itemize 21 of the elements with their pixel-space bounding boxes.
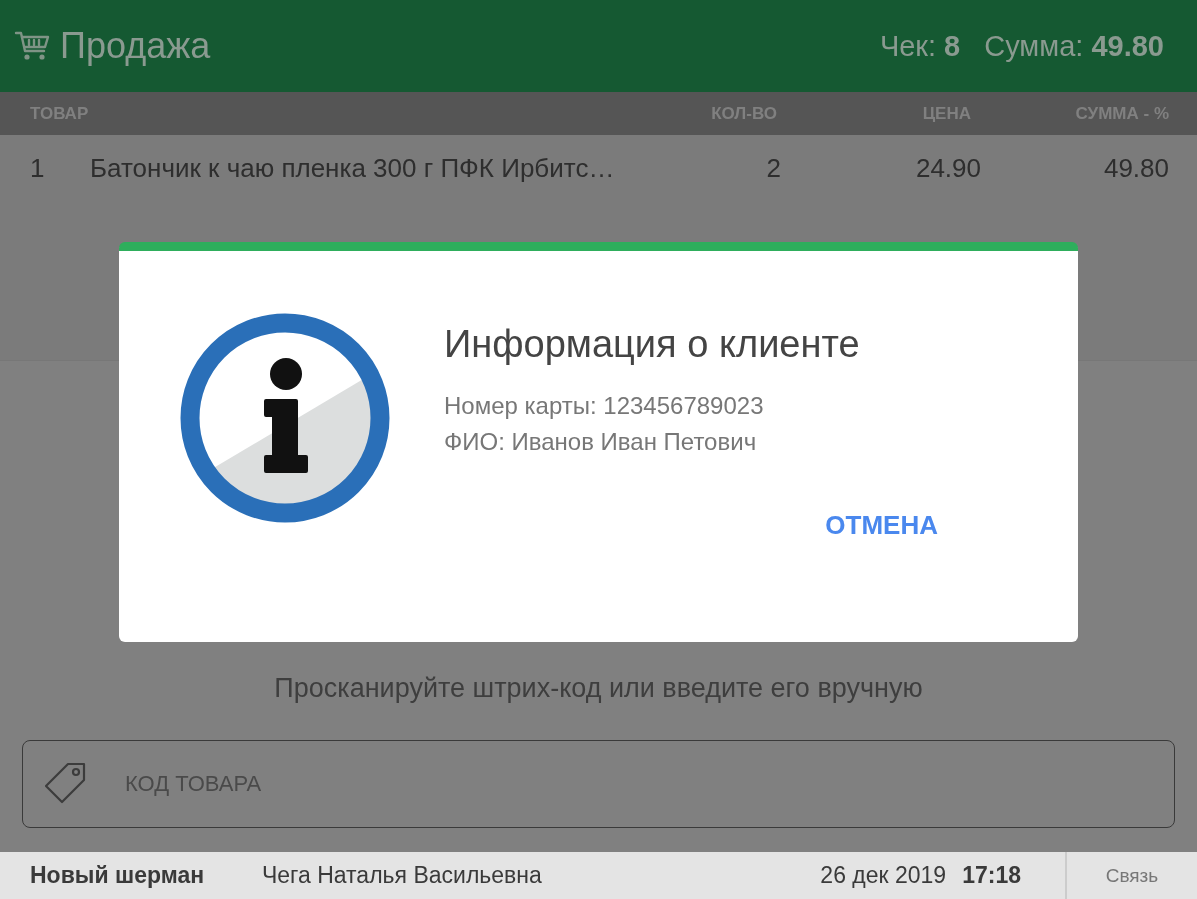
cart-icon <box>14 30 50 62</box>
store-name: Новый шерман <box>30 862 206 889</box>
quantity-cell-text: 2 <box>765 152 782 184</box>
client-info-text: ФИО: Иванов Иван Петович <box>444 428 758 456</box>
total-label: Сумма: <box>984 29 1084 63</box>
screen-title: Продажа <box>60 25 211 67</box>
receipt-number: 8 <box>944 29 961 63</box>
cashier-name: Чега Наталья Васильевна <box>262 862 542 889</box>
time-text: 17:18 <box>962 862 1021 889</box>
date-text: 26 дек 2019 <box>820 862 947 889</box>
receipt-label: Чек: <box>879 29 937 63</box>
cancel-button[interactable]: ОТМЕНА <box>815 506 1038 545</box>
client-info-text: Номер карты: 123456789023 <box>444 392 765 420</box>
dialog-title: Информация о клиенте <box>444 323 861 366</box>
scan-prompt: Просканируйте штрих-код или введите его вручную <box>274 673 923 704</box>
row-number: 1 <box>30 152 46 184</box>
info-icon <box>180 313 390 523</box>
sum-cell-text: 49.80 <box>1102 152 1169 184</box>
total-value: 49.80 <box>1091 29 1164 63</box>
product-name: Батончик к чаю пленка 300 г ПФК Ирбитс… <box>90 152 615 184</box>
price-cell-text: 24.90 <box>914 152 982 184</box>
